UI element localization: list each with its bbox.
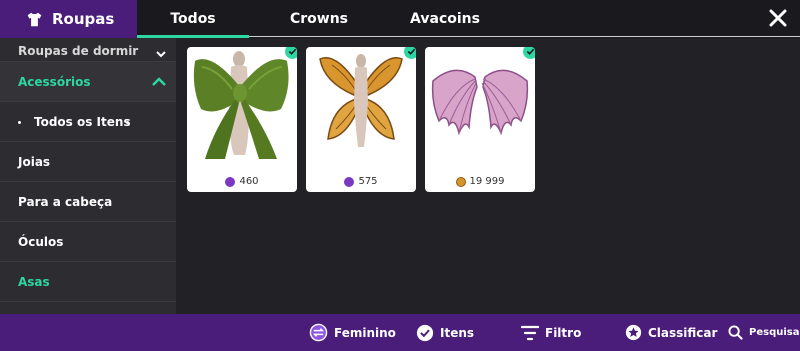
sidebar-section-label: Acessórios	[18, 74, 91, 89]
search-icon	[728, 325, 743, 340]
search-button[interactable]: Pesquisa	[728, 314, 799, 351]
owned-check-icon	[523, 47, 535, 59]
crown-currency-icon	[344, 176, 355, 187]
sidebar-item-label: Joias	[18, 154, 51, 169]
crown-currency-icon	[225, 176, 236, 187]
sidebar-section-accessories[interactable]: Acessórios	[0, 62, 176, 102]
tab-divider	[249, 36, 800, 37]
shirt-icon	[27, 12, 42, 26]
category-title: Roupas	[52, 10, 115, 28]
gender-label: Feminino	[334, 325, 396, 340]
tab-bar: Todos Crowns Avacoins	[137, 0, 501, 38]
items-button[interactable]: Itens	[416, 314, 474, 351]
item-price: 575	[306, 171, 416, 192]
item-price: 460	[187, 171, 297, 192]
tab-avacoins[interactable]: Avacoins	[389, 0, 501, 38]
items-label: Itens	[440, 325, 475, 340]
owned-check-icon	[404, 47, 416, 59]
item-card-green-bow[interactable]: 460	[187, 47, 297, 192]
search-label: Pesquisa	[749, 327, 800, 338]
sidebar-item-sleepwear[interactable]: Roupas de dormir	[0, 38, 176, 62]
category-header: Roupas	[0, 0, 137, 38]
tab-todos[interactable]: Todos	[137, 0, 249, 38]
sidebar-item-label: Para a cabeça	[18, 194, 113, 209]
filter-icon	[521, 325, 539, 340]
avacoin-currency-icon	[455, 176, 466, 187]
butterfly-wings-image	[319, 54, 403, 147]
sidebar-item-jewelry[interactable]: Joias	[0, 142, 176, 182]
sidebar-item-label: Asas	[18, 274, 50, 289]
item-grid: 460 575 19 999	[187, 47, 544, 192]
item-card-dragon-wings[interactable]: 19 999	[425, 47, 535, 192]
bottom-toolbar: Feminino Itens Filtro Classificar Pesqui…	[0, 314, 800, 351]
check-circle-icon	[416, 324, 434, 341]
sidebar-item-label: Óculos	[18, 234, 64, 249]
filter-button[interactable]: Filtro	[521, 314, 581, 351]
owned-check-icon	[285, 47, 297, 59]
sidebar-item-headwear[interactable]: Para a cabeça	[0, 182, 176, 222]
bullet-icon	[126, 121, 129, 124]
sidebar-item-label: Roupas de dormir	[18, 44, 139, 58]
gender-toggle-button[interactable]: Feminino	[309, 314, 396, 351]
chevron-down-icon	[156, 51, 166, 58]
sidebar-item-all-items[interactable]: Todos os Itens	[0, 102, 176, 142]
filter-label: Filtro	[545, 325, 582, 340]
sidebar-item-glasses[interactable]: Óculos	[0, 222, 176, 262]
tab-crowns[interactable]: Crowns	[249, 0, 389, 38]
price-value: 575	[358, 176, 378, 187]
sort-label: Classificar	[648, 325, 718, 340]
item-card-butterfly-wings[interactable]: 575	[306, 47, 416, 192]
sidebar-item-label: Todos os Itens	[34, 114, 131, 129]
sidebar-item-wings[interactable]: Asas	[0, 262, 176, 302]
top-bar: Roupas Todos Crowns Avacoins	[0, 0, 800, 38]
green-bow-image	[193, 51, 289, 159]
category-sidebar: Roupas de dormir Acessórios Todos os Ite…	[0, 38, 176, 314]
close-icon[interactable]	[766, 6, 790, 30]
star-circle-icon	[625, 324, 642, 341]
dragon-wings-image	[431, 69, 529, 136]
chevron-up-icon	[152, 76, 166, 86]
gender-switch-icon	[309, 323, 328, 342]
wardrobe-screen: Roupas Todos Crowns Avacoins Roupas de d…	[0, 0, 800, 351]
price-value: 460	[239, 176, 259, 187]
item-price: 19 999	[425, 171, 535, 192]
bullet-icon	[18, 121, 21, 124]
price-value: 19 999	[469, 176, 505, 187]
sort-button[interactable]: Classificar	[625, 314, 717, 351]
